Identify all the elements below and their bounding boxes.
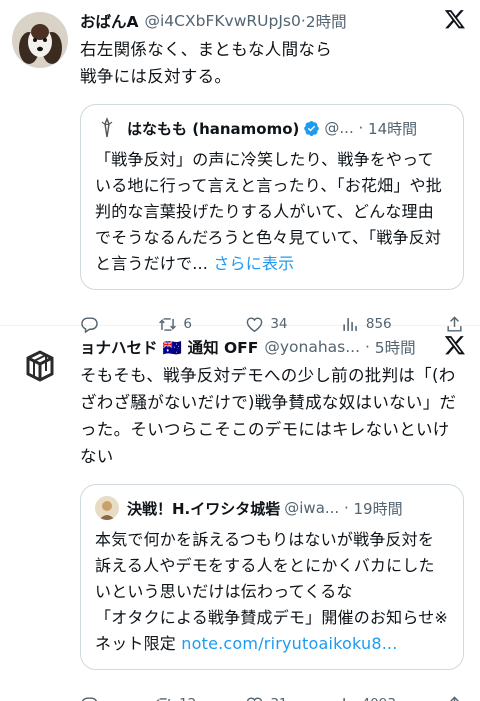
quote-text: 「戦争反対」の声に冷笑したり、戦争をやっている地に行って言えと言ったり、「お花畑… bbox=[95, 147, 449, 277]
like-icon bbox=[247, 696, 263, 701]
like-button[interactable]: 31 bbox=[245, 695, 288, 701]
post-text: そもそも、戦争反対デモへの少し前の批判は「(わざわざ騒がないだけで)戦争賛成な奴… bbox=[80, 366, 457, 466]
show-more-link[interactable]: さらに表示 bbox=[213, 254, 294, 273]
avatar[interactable] bbox=[12, 338, 68, 394]
share-icon bbox=[450, 695, 459, 701]
quote-time: 14時間 bbox=[368, 119, 418, 138]
verified-badge-icon bbox=[304, 120, 320, 136]
repost-count: 12 bbox=[179, 696, 196, 701]
views-count: 4093 bbox=[362, 696, 396, 701]
quoted-post[interactable]: はなもも (hanamomo) @... · 14時間 「戦争反対」の声に冷笑し… bbox=[80, 104, 464, 290]
author-handle[interactable]: @i4CXbFKvwRUpJs0 bbox=[145, 12, 301, 30]
author-name[interactable]: おばんA bbox=[80, 10, 139, 32]
quoted-post[interactable]: 決戦！H.イワシタ城砦 @iwa... · 19時間 本気で何かを訴えるつもりは… bbox=[80, 484, 464, 670]
reply-icon bbox=[81, 696, 98, 701]
action-bar: 12 31 4093 bbox=[80, 692, 464, 701]
like-count: 31 bbox=[270, 696, 287, 701]
quote-avatar bbox=[95, 116, 119, 140]
share-button[interactable] bbox=[445, 695, 464, 701]
x-logo-icon bbox=[444, 10, 465, 29]
quote-time: 19時間 bbox=[353, 499, 403, 518]
repost-button[interactable]: 12 bbox=[154, 695, 196, 701]
author-name[interactable]: ョナハセド 🇦🇺 通知 OFF bbox=[80, 336, 258, 358]
post-time[interactable]: 5時間 bbox=[375, 336, 416, 358]
quote-author-handle: @iwa... bbox=[284, 499, 340, 517]
reply-button[interactable] bbox=[80, 695, 105, 701]
author-handle[interactable]: @yonahas... bbox=[264, 338, 360, 356]
quote-author-name: 決戦！H.イワシタ城砦 bbox=[127, 499, 281, 518]
repost-icon bbox=[156, 697, 170, 701]
quote-author-name: はなもも (hanamomo) bbox=[127, 119, 300, 138]
separator-dot: · bbox=[360, 338, 375, 356]
views-icon bbox=[342, 697, 345, 701]
post-time[interactable]: 2時間 bbox=[306, 10, 347, 32]
post-text: 右左関係なく、まともな人間なら 戦争には反対する。 bbox=[80, 40, 332, 86]
quote-text: 本気で何かを訴えるつもりはないが戦争反対を訴える人やデモをする人をとにかくバカに… bbox=[95, 527, 449, 657]
views-button[interactable]: 4093 bbox=[337, 695, 396, 701]
avatar[interactable] bbox=[12, 12, 68, 68]
x-logo-icon bbox=[444, 336, 465, 355]
separator-dot: · bbox=[353, 119, 369, 137]
post[interactable]: おばんA @i4CXbFKvwRUpJs0 · 2時間 右左関係なく、まともな人… bbox=[0, 0, 480, 333]
quote-avatar bbox=[95, 496, 119, 520]
separator-dot: · bbox=[339, 499, 354, 517]
quote-author-handle: @... bbox=[324, 119, 354, 137]
quote-link[interactable]: note.com/riryutoaikoku8... bbox=[181, 634, 397, 653]
post[interactable]: ョナハセド 🇦🇺 通知 OFF @yonahas... · 5時間 そもそも、戦… bbox=[0, 326, 480, 701]
